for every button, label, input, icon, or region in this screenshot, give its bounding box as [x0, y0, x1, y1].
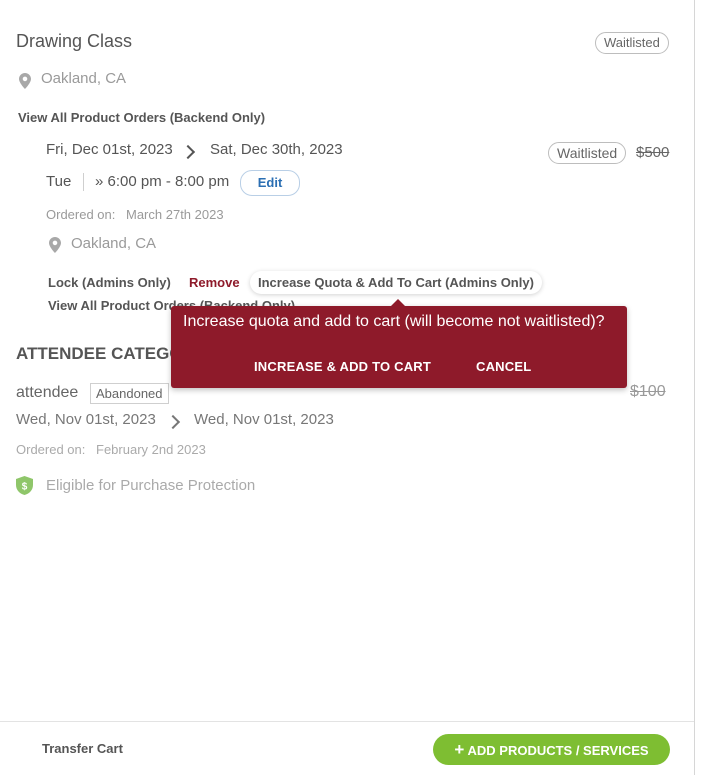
- plus-icon: +: [454, 740, 465, 759]
- order-day: Tue: [46, 173, 72, 190]
- order-ordered-on-value: March 27th 2023: [126, 207, 224, 222]
- view-all-orders-link[interactable]: View All Product Orders (Backend Only): [18, 110, 265, 125]
- product-location: Oakland, CA: [41, 70, 127, 87]
- purchase-protection-label: Eligible for Purchase Protection: [46, 477, 256, 494]
- edit-button[interactable]: Edit: [240, 170, 300, 196]
- increase-add-to-cart-button[interactable]: INCREASE & ADD TO CART: [254, 359, 431, 374]
- popover-arrow: [391, 299, 405, 306]
- location-pin-icon: [49, 237, 61, 253]
- order-time: » 6:00 pm - 8:00 pm: [95, 173, 230, 190]
- order-ordered-on-label: Ordered on:: [46, 207, 116, 222]
- order-start-date: Fri, Dec 01st, 2023: [46, 141, 173, 158]
- svg-text:$: $: [22, 482, 28, 493]
- attendee-price: $100: [630, 383, 666, 400]
- remove-button[interactable]: Remove: [189, 275, 240, 290]
- attendee-ordered-on-label: Ordered on:: [16, 442, 86, 457]
- popover-message: Increase quota and add to cart (will bec…: [183, 313, 605, 330]
- shield-dollar-icon: $: [16, 476, 33, 495]
- order-end-date: Sat, Dec 30th, 2023: [210, 141, 343, 158]
- add-products-label: ADD PRODUCTS / SERVICES: [467, 743, 649, 758]
- order-location: Oakland, CA: [71, 235, 157, 252]
- product-title: Drawing Class: [16, 31, 133, 51]
- add-products-button[interactable]: + ADD PRODUCTS / SERVICES: [433, 734, 670, 765]
- attendee-status-badge: Abandoned: [90, 383, 169, 404]
- attendee-end-date: Wed, Nov 01st, 2023: [194, 411, 334, 428]
- order-status-badge: Waitlisted: [548, 142, 627, 164]
- location-pin-icon: [19, 73, 31, 89]
- increase-quota-button[interactable]: Increase Quota & Add To Cart (Admins Onl…: [250, 271, 542, 294]
- attendee-name: attendee: [16, 384, 79, 401]
- divider: [83, 173, 84, 191]
- cart-panel: Drawing Class Waitlisted Oakland, CA Vie…: [0, 0, 695, 776]
- confirm-popover: Increase quota and add to cart (will bec…: [171, 299, 627, 388]
- chevron-right-icon: [165, 414, 181, 430]
- attendee-start-date: Wed, Nov 01st, 2023: [16, 411, 156, 428]
- transfer-cart-button[interactable]: Transfer Cart: [42, 741, 123, 756]
- cancel-button[interactable]: CANCEL: [476, 359, 531, 374]
- chevron-right-icon: [180, 144, 196, 160]
- order-price: $500: [636, 144, 670, 161]
- attendee-ordered-on-value: February 2nd 2023: [96, 442, 206, 457]
- status-badge: Waitlisted: [595, 32, 669, 54]
- lock-button[interactable]: Lock (Admins Only): [48, 275, 171, 290]
